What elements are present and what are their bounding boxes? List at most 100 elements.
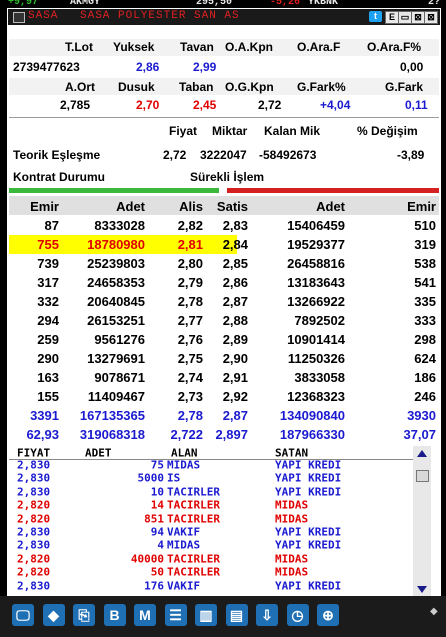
stat-header: Yuksek	[113, 40, 155, 54]
depth-row[interactable]: 332 20640845 2,78 2,87 13266922 335	[9, 292, 439, 311]
tape-row[interactable]	[9, 527, 413, 540]
bid-orders: 317	[37, 275, 59, 290]
depth-row[interactable]: 155 11409467 2,73 2,92 12368323 246	[9, 387, 439, 406]
depth-header-ask-qty: Adet	[316, 199, 345, 214]
tape-row[interactable]	[9, 460, 413, 473]
ask-qty: 3833058	[294, 370, 345, 385]
depth-row[interactable]: 739 25239803 2,80 2,85 26458816 538	[9, 254, 439, 273]
list-icon[interactable]: ☰	[164, 604, 187, 626]
scroll-down-icon[interactable]	[417, 586, 427, 593]
ask-orders: 298	[414, 332, 436, 347]
e-button[interactable]: E	[385, 11, 399, 24]
depth-row[interactable]: 290 13279691 2,75 2,90 11250326 624	[9, 349, 439, 368]
depth-row[interactable]: 755 18780980 2,81 2,84 19529377 319	[9, 235, 439, 254]
tape-buyer: MIDAS	[167, 460, 201, 472]
bid-qty: 20640845	[87, 294, 145, 309]
bottom-toolbar	[0, 596, 446, 637]
tape-header-price: FIYAT	[17, 447, 51, 460]
globe-icon[interactable]: ⊕	[317, 604, 339, 626]
theo-header: Kalan Mik	[264, 124, 321, 138]
depth-header-bid-orders: Emir	[30, 199, 59, 214]
stat-header: O.A.Kpn	[225, 40, 273, 54]
total-bid-price: 2,78	[177, 408, 203, 423]
depth-row[interactable]: 87 8333028 2,82 2,83 15406459 510	[9, 216, 439, 235]
ticker-symbol[interactable]: AKMGY	[70, 0, 100, 8]
bid-price: 2,82	[177, 218, 203, 233]
ask-percent: 37,07	[403, 427, 436, 442]
ticker-symbol[interactable]: YKBNK	[308, 0, 338, 8]
ceiling-value: 2,99	[193, 60, 217, 74]
cube-icon[interactable]: ◆	[42, 604, 65, 626]
bid-price: 2,74	[177, 370, 203, 385]
tape-row[interactable]	[9, 473, 413, 486]
stat-header: A.Ort	[65, 80, 95, 94]
tape-buyer: MIDAS	[167, 539, 201, 552]
tape-buyer: TACIRLER	[167, 566, 220, 579]
oara-f-pct-value: 0,00	[400, 60, 424, 74]
floor-value: 2,45	[193, 98, 217, 112]
monitor-icon[interactable]: 🖵	[12, 604, 34, 626]
bid-orders: 259	[37, 332, 59, 347]
bid-qty: 9078671	[94, 370, 145, 385]
window-menu-icon[interactable]	[13, 12, 25, 23]
ticker-change: +9,97	[8, 0, 39, 8]
depth-row[interactable]: 294 26153251 2,77 2,88 7892502 333	[9, 311, 439, 330]
tape-seller: MIDAS	[275, 566, 309, 579]
bid-price: 2,79	[177, 275, 203, 290]
bid-qty: 13279691	[87, 351, 145, 366]
depth-row[interactable]: 163 9078671 2,74 2,91 3833058 186	[9, 368, 439, 387]
ask-qty: 7892502	[294, 313, 345, 328]
tape-row[interactable]	[9, 540, 413, 553]
ask-qty: 13266922	[287, 294, 345, 309]
tape-price: 2,830	[17, 472, 51, 485]
more-icon[interactable]: ◆	[430, 606, 438, 617]
news-icon[interactable]: ▤	[225, 604, 248, 626]
tape-scrollbar[interactable]	[413, 446, 431, 596]
document-export-icon[interactable]: ⎘	[73, 604, 95, 626]
tape-qty: 851	[144, 512, 164, 525]
window-title: SASA POLYESTER SAN AS	[80, 10, 240, 22]
clock-icon[interactable]: ◷	[286, 604, 309, 626]
twitter-icon[interactable]: t	[369, 11, 382, 22]
tape-row[interactable]	[9, 581, 413, 594]
total-ask-orders: 3930	[407, 408, 436, 423]
summary-bid-qty: 319068318	[79, 427, 145, 442]
depth-summary-row: 62,93 319068318 2,722 2,897 187966330 37…	[9, 425, 439, 444]
ask-price: 2,91	[222, 370, 248, 385]
m-logo-icon[interactable]: M	[134, 604, 156, 626]
tape-price: 2,830	[17, 579, 51, 592]
tape-qty: 4	[157, 539, 164, 552]
bar-chart-icon[interactable]: ▥	[195, 604, 217, 626]
depth-header-ask-price: Satis	[216, 199, 248, 214]
ask-orders: 319	[414, 237, 436, 252]
bold-b-icon[interactable]: B	[103, 604, 126, 626]
ask-price: 2,84	[222, 237, 248, 252]
total-bid-qty: 167135365	[79, 408, 145, 423]
ask-orders: 186	[414, 370, 436, 385]
contract-status-value: Sürekli İşlem	[190, 170, 265, 184]
ask-price: 2,90	[222, 351, 248, 366]
minimize-button[interactable]: ▭	[398, 11, 412, 24]
summary-bid-price: 2,722	[170, 427, 203, 442]
bid-qty: 18780980	[87, 237, 145, 252]
stat-header: Tavan	[180, 40, 214, 54]
tape-buyer: VAKIF	[167, 579, 201, 592]
close-button[interactable]: ⊠	[424, 11, 438, 24]
depth-row[interactable]: 317 24658353 2,79 2,86 13183643 541	[9, 273, 439, 292]
ask-indicator-bar	[227, 188, 439, 193]
depth-row[interactable]: 259 9561276 2,76 2,89 10901414 298	[9, 330, 439, 349]
scroll-up-icon[interactable]	[417, 450, 427, 457]
scroll-thumb[interactable]	[416, 470, 429, 482]
stat-header: Dusuk	[118, 80, 155, 94]
g-fark-pct-value: +4,04	[320, 98, 351, 112]
total-lot-value: 2739477623	[13, 60, 80, 74]
tape-seller: YAPI KREDI	[275, 472, 342, 485]
tape-buyer: IS	[167, 472, 181, 485]
tape-price: 2,830	[17, 460, 51, 472]
download-icon[interactable]: ⇩	[256, 604, 278, 626]
maximize-button[interactable]: ⊠	[411, 11, 425, 24]
depth-header-bid-qty: Adet	[116, 199, 145, 214]
bid-qty: 26153251	[87, 313, 145, 328]
total-bid-orders: 3391	[30, 408, 59, 423]
theo-header: Fiyat	[169, 124, 198, 138]
